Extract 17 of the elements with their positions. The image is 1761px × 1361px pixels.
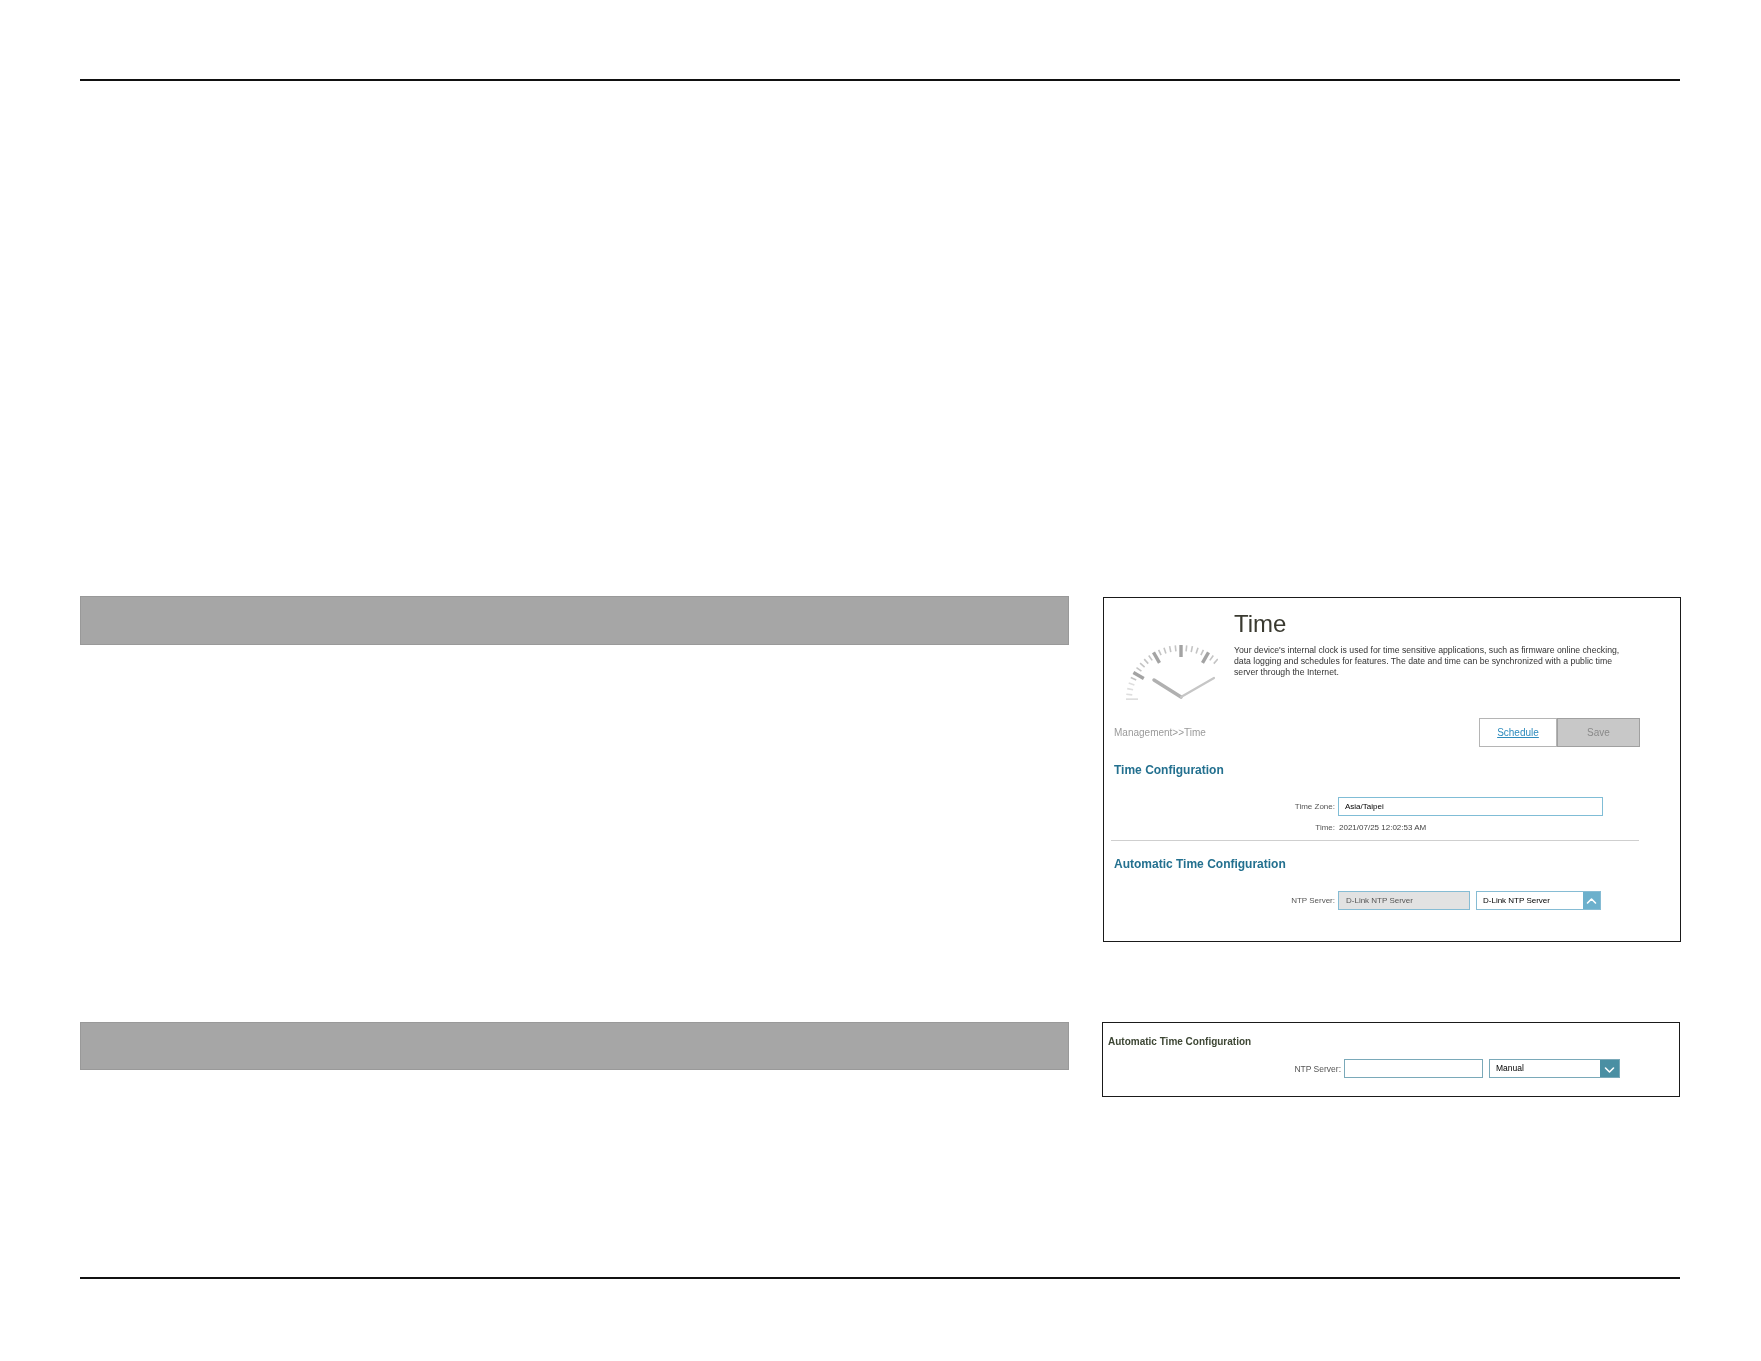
field-label: Time Zone: <box>1293 801 1335 812</box>
schedule-button[interactable]: Schedule <box>1479 718 1557 747</box>
server-dropdown[interactable]: Manual <box>1489 1059 1620 1078</box>
page-title: Time <box>1234 610 1288 638</box>
server-address-field[interactable] <box>1344 1059 1483 1078</box>
field-label: NTP Server: <box>1290 895 1335 906</box>
breadcrumb-text: Management>>Time <box>1114 726 1206 740</box>
clock-icon <box>1124 642 1218 700</box>
time-value: 2021/07/25 12:02:53 AM <box>1339 823 1427 833</box>
section-heading: Time Configuration <box>1114 762 1225 778</box>
field-label: NTP Server: <box>1293 1063 1341 1074</box>
section-heading: Automatic Time Configuration <box>1114 856 1287 872</box>
chevron-down-icon[interactable] <box>1600 1060 1619 1077</box>
section-heading: Automatic Time Configuration <box>1108 1035 1253 1049</box>
field-label: Time: <box>1314 823 1335 833</box>
page-description: Your device's internal clock is used for time sensitive applications, such as firmware online checking, data logging and schedules for features. The date and time can be synchronized with a public time server through the Internet. <box>1234 645 1621 678</box>
text-field[interactable]: Asia/Taipei <box>1338 797 1603 816</box>
